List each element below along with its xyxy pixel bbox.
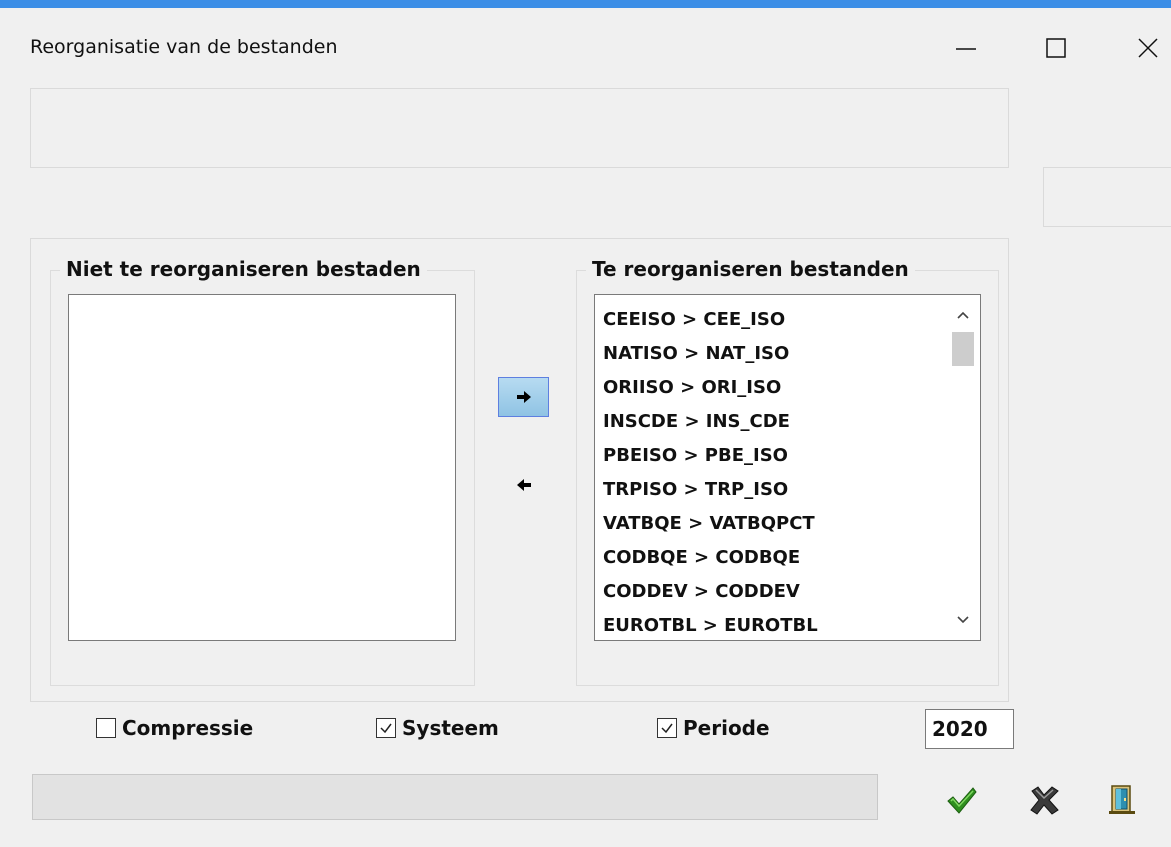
systeem-checkbox-box[interactable] [376,718,396,738]
periode-label: Periode [683,716,770,740]
status-bar [32,774,878,820]
minimize-icon [956,48,976,50]
cancel-button[interactable] [1022,780,1066,820]
compressie-checkbox[interactable]: Compressie [96,713,253,743]
list-item[interactable]: ORIISO > ORI_ISO [603,371,818,405]
title-bar: Reorganisatie van de bestanden [0,8,1171,88]
x-cancel-icon [1030,786,1059,815]
periode-checkbox-box[interactable] [657,718,677,738]
arrow-left-icon [516,479,531,491]
window-title: Reorganisatie van de bestanden [30,36,338,58]
arrow-right-icon [516,391,531,403]
chevron-down-icon [957,616,969,624]
list-item[interactable]: CEEISO > CEE_ISO [603,303,818,337]
info-panel [30,88,1009,168]
list-item[interactable]: VATBQE > VATBQPCT [603,507,818,541]
list-item[interactable]: PBEISO > PBE_ISO [603,439,818,473]
check-icon [661,723,673,734]
checkmark-icon [947,787,977,814]
compressie-checkbox-box[interactable] [96,718,116,738]
periode-checkbox[interactable]: Periode [657,713,770,743]
ok-button[interactable] [940,780,984,820]
check-icon [380,723,392,734]
excluded-files-title: Niet te reorganiseren bestaden [60,257,427,281]
move-left-button[interactable] [498,465,549,505]
list-item[interactable]: CODDEV > CODDEV [603,575,818,609]
list-item[interactable]: CODBQE > CODBQE [603,541,818,575]
systeem-checkbox[interactable]: Systeem [376,713,499,743]
title-accent-bar [0,0,1171,8]
scroll-thumb[interactable] [952,332,974,366]
exit-button[interactable] [1100,780,1144,820]
systeem-label: Systeem [402,716,499,740]
exit-door-icon [1109,785,1135,814]
side-panel [1043,167,1171,227]
included-files-list[interactable]: CEEISO > CEE_ISO NATISO > NAT_ISO ORIISO >… [594,294,981,641]
scroll-down-button[interactable] [946,608,980,632]
list-item[interactable]: INSCDE > INS_CDE [603,405,818,439]
list-item[interactable]: TRPISO > TRP_ISO [603,473,818,507]
list-scrollbar[interactable] [946,295,980,640]
list-item[interactable]: EUROTBL > EUROTBL [603,609,818,640]
maximize-icon [1046,38,1066,58]
year-input[interactable] [925,709,1014,749]
minimize-button[interactable] [946,30,986,66]
close-icon [1138,38,1158,58]
compressie-label: Compressie [122,716,254,740]
list-item[interactable]: NATISO > NAT_ISO [603,337,818,371]
close-button[interactable] [1128,30,1168,66]
included-files-title: Te reorganiseren bestanden [586,257,915,281]
excluded-files-list[interactable] [68,294,456,641]
included-files-items: CEEISO > CEE_ISO NATISO > NAT_ISO ORIISO >… [603,303,818,640]
maximize-button[interactable] [1036,30,1076,66]
move-right-button[interactable] [498,377,549,417]
scroll-up-button[interactable] [946,303,980,327]
chevron-up-icon [957,311,969,319]
